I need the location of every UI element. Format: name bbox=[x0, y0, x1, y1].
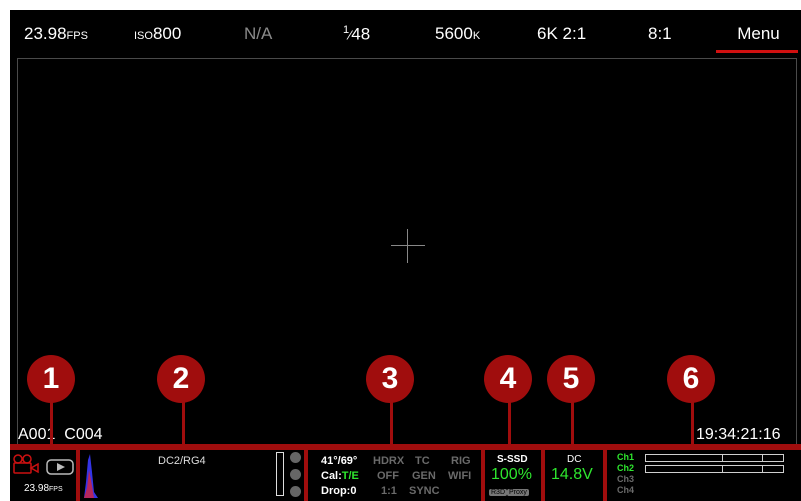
crosshair-horizontal bbox=[391, 245, 425, 246]
sensor-temps: 41°/69° bbox=[321, 455, 358, 467]
record-fps-value: 23.98 bbox=[24, 483, 50, 494]
bottom-status-bar: 23.98FPS DC2/RG4 41°/69° Cal:T/E Drop:0 … bbox=[10, 444, 801, 501]
level-meter bbox=[276, 452, 284, 496]
marker-2-line bbox=[182, 396, 185, 444]
marker-6: 6 bbox=[667, 355, 715, 403]
fps-unit: FPS bbox=[66, 30, 88, 42]
tc-label: TC bbox=[415, 455, 430, 467]
marker-4-line bbox=[508, 396, 511, 444]
wb-value: 5600 bbox=[435, 24, 473, 43]
iso-readout[interactable]: ISO800 bbox=[134, 24, 181, 44]
hdrx-ratio: 1:1 bbox=[381, 485, 397, 497]
iso-value: 800 bbox=[152, 24, 182, 43]
marker-3-line bbox=[390, 396, 393, 444]
marker-3: 3 bbox=[366, 355, 414, 403]
cal-label: Cal: bbox=[321, 470, 342, 482]
hdrx-label: HDRX bbox=[373, 455, 405, 467]
calibration-status: Cal:T/E bbox=[321, 470, 359, 482]
record-mode-cell[interactable]: 23.98FPS bbox=[10, 450, 76, 501]
power-label: DC bbox=[567, 454, 582, 465]
media-label: S-SSD bbox=[497, 454, 528, 465]
cal-value: T/E bbox=[341, 470, 359, 482]
histogram bbox=[84, 454, 98, 498]
record-fps-unit: FPS bbox=[49, 486, 63, 493]
look-histogram-cell[interactable]: DC2/RG4 bbox=[80, 450, 304, 501]
marker-4: 4 bbox=[484, 355, 532, 403]
rig-label: RIG bbox=[451, 455, 471, 467]
aperture-readout[interactable]: N/A bbox=[244, 24, 272, 44]
clip-id: A001 C004 bbox=[18, 426, 103, 443]
top-status-bar: 23.98FPS ISO800 N/A 1⁄48 5600K 6K 2:1 8:… bbox=[10, 10, 801, 54]
resolution-readout[interactable]: 6K 2:1 bbox=[537, 24, 586, 44]
indicator-led-2 bbox=[290, 469, 301, 480]
marker-1: 1 bbox=[27, 355, 75, 403]
fps-value: 23.98 bbox=[24, 24, 67, 43]
wb-unit: K bbox=[472, 30, 481, 42]
white-balance-readout[interactable]: 5600K bbox=[435, 24, 480, 44]
indicator-led-1 bbox=[290, 452, 301, 463]
fps-readout[interactable]: 23.98FPS bbox=[24, 24, 88, 44]
media-percent: 100% bbox=[491, 466, 532, 483]
hdrx-value: OFF bbox=[377, 470, 399, 482]
look-label: DC2/RG4 bbox=[158, 455, 206, 467]
audio-ch1: Ch1 bbox=[617, 452, 635, 462]
compression-readout[interactable]: 8:1 bbox=[648, 24, 672, 44]
playback-icon bbox=[46, 459, 74, 475]
media-cell[interactable]: S-SSD 100% R3D Proxy bbox=[485, 450, 541, 501]
system-status-cell[interactable]: 41°/69° Cal:T/E Drop:0 HDRX OFF 1:1 TC G… bbox=[308, 450, 481, 501]
power-cell[interactable]: DC 14.8V bbox=[545, 450, 603, 501]
record-fps: 23.98FPS bbox=[24, 483, 63, 494]
marker-5: 5 bbox=[547, 355, 595, 403]
marker-6-line bbox=[691, 396, 694, 444]
media-badge-r3d: R3D bbox=[489, 489, 508, 496]
power-voltage: 14.8V bbox=[551, 466, 593, 483]
indicator-led-3 bbox=[290, 486, 301, 497]
marker-1-line bbox=[50, 396, 53, 444]
audio-ch2: Ch2 bbox=[617, 463, 635, 473]
tc-gen: GEN bbox=[412, 470, 436, 482]
center-crosshair bbox=[391, 229, 425, 263]
audio-ch4: Ch4 bbox=[617, 485, 635, 495]
audio-meter-1 bbox=[645, 454, 784, 462]
wifi-label: WIFI bbox=[448, 470, 472, 482]
shutter-readout[interactable]: 1⁄48 bbox=[343, 24, 370, 45]
audio-meter-2 bbox=[645, 465, 784, 473]
iso-prefix: ISO bbox=[134, 30, 153, 42]
media-badge-proxy: Proxy bbox=[507, 489, 529, 496]
audio-cell[interactable]: Ch1 Ch2 Ch3 Ch4 bbox=[607, 450, 801, 501]
camera-monitor-screen: 23.98FPS ISO800 N/A 1⁄48 5600K 6K 2:1 8:… bbox=[10, 10, 801, 501]
shutter-denominator: 48 bbox=[351, 24, 371, 44]
menu-underline bbox=[716, 50, 798, 53]
tc-sync: SYNC bbox=[409, 485, 440, 497]
crosshair-vertical bbox=[407, 229, 408, 263]
marker-5-line bbox=[571, 396, 574, 444]
dropped-frames: Drop:0 bbox=[321, 485, 357, 497]
marker-2: 2 bbox=[157, 355, 205, 403]
timecode-display: 19:34:21:16 bbox=[696, 426, 781, 443]
audio-ch3: Ch3 bbox=[617, 474, 635, 484]
